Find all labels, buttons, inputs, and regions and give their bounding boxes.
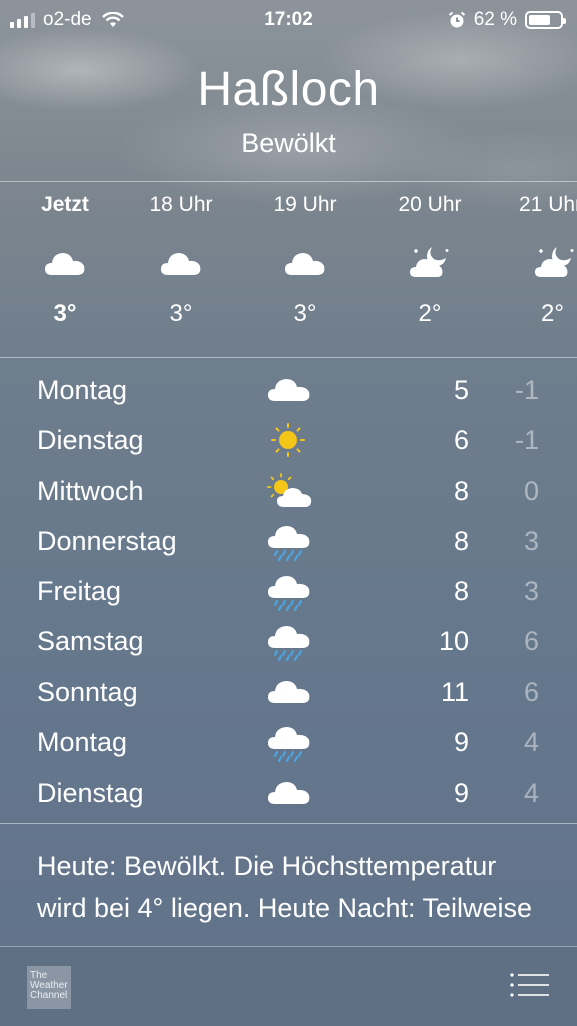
cloud-icon [159, 245, 203, 281]
high-temp: 9 [453, 727, 469, 757]
rain-icon [264, 620, 314, 662]
day-name: Dienstag [37, 778, 144, 808]
bottom-toolbar: The Weather Channel [0, 946, 577, 1026]
hourly-item: 20 Uhr 2° [375, 193, 485, 328]
hour-temp: 2° [418, 300, 442, 327]
day-name: Dienstag [37, 425, 144, 455]
low-temp: 4 [523, 727, 539, 757]
sun-icon [264, 419, 314, 461]
low-temp: 6 [523, 677, 539, 707]
high-temp: 10 [438, 626, 469, 656]
hour-label: 21 Uhr [519, 193, 577, 216]
daily-row: Donnerstag 8 3 [0, 516, 577, 566]
status-bar: o2-de 17:02 62 % [0, 0, 577, 38]
rain-icon [264, 721, 314, 763]
low-temp: -1 [514, 375, 539, 405]
list-icon[interactable] [509, 972, 549, 998]
hour-temp: 3° [169, 300, 193, 327]
high-temp: 8 [453, 476, 469, 506]
daily-row: Freitag 8 3 [0, 566, 577, 616]
low-temp: -1 [514, 425, 539, 455]
hour-temp: 2° [541, 300, 564, 327]
high-temp: 11 [440, 677, 469, 707]
day-name: Mittwoch [37, 476, 144, 506]
day-name: Sonntag [37, 677, 138, 707]
partly-sunny-icon [264, 470, 314, 512]
divider [0, 357, 577, 358]
cloud-icon [264, 772, 314, 814]
hour-label: 19 Uhr [273, 193, 337, 216]
high-temp: 6 [453, 425, 469, 455]
low-temp: 3 [523, 526, 539, 556]
low-temp: 3 [523, 576, 539, 606]
hourly-item: 18 Uhr 3° [126, 193, 236, 328]
day-name: Freitag [37, 576, 122, 606]
daily-row: Montag 9 4 [0, 717, 577, 767]
hour-temp: 3° [293, 300, 317, 327]
day-name: Montag [37, 375, 128, 405]
daily-row: Mittwoch 8 0 [0, 466, 577, 516]
battery-icon [525, 11, 566, 29]
partly-cloudy-night-icon [408, 245, 452, 281]
high-temp: 5 [453, 375, 469, 405]
day-name: Donnerstag [37, 526, 177, 556]
high-temp: 9 [453, 778, 469, 808]
daily-row: Samstag 10 6 [0, 616, 577, 666]
alarm-icon [448, 11, 465, 28]
hour-label: Jetzt [41, 193, 89, 216]
day-name: Samstag [37, 626, 144, 656]
partly-cloudy-night-icon [533, 245, 577, 281]
hourly-item: Jetzt 3° [10, 193, 120, 328]
hour-label: 20 Uhr [398, 193, 462, 216]
cloud-icon [43, 245, 87, 281]
cloud-icon [264, 369, 314, 411]
divider [0, 823, 577, 824]
day-name: Montag [37, 727, 128, 757]
forecast-summary: Heute: Bewölkt. Die Höchsttemperatur wir… [37, 851, 533, 923]
hourly-item: 19 Uhr 3° [250, 193, 360, 328]
rain-icon [264, 520, 314, 562]
high-temp: 8 [453, 576, 469, 606]
low-temp: 4 [523, 778, 539, 808]
cloud-icon [283, 245, 327, 281]
daily-row: Dienstag 6 -1 [0, 415, 577, 465]
daily-row: Dienstag 9 4 [0, 768, 577, 818]
daily-row: Montag 5 -1 [0, 365, 577, 415]
divider [0, 181, 577, 182]
weather-channel-logo[interactable]: The Weather Channel [27, 966, 71, 1009]
current-condition: Bewölkt [241, 128, 336, 158]
hour-label: 18 Uhr [149, 193, 213, 216]
rain-icon [264, 570, 314, 612]
high-temp: 8 [453, 526, 469, 556]
city-name: Haßloch [197, 63, 380, 116]
hourly-item: 21 Uhr 2° [499, 193, 577, 328]
daily-row: Sonntag 11 6 [0, 667, 577, 717]
hour-temp: 3° [53, 300, 77, 327]
low-temp: 0 [523, 476, 539, 506]
cloud-icon [264, 671, 314, 713]
battery-percent: 62 % [473, 9, 517, 30]
low-temp: 6 [523, 626, 539, 656]
